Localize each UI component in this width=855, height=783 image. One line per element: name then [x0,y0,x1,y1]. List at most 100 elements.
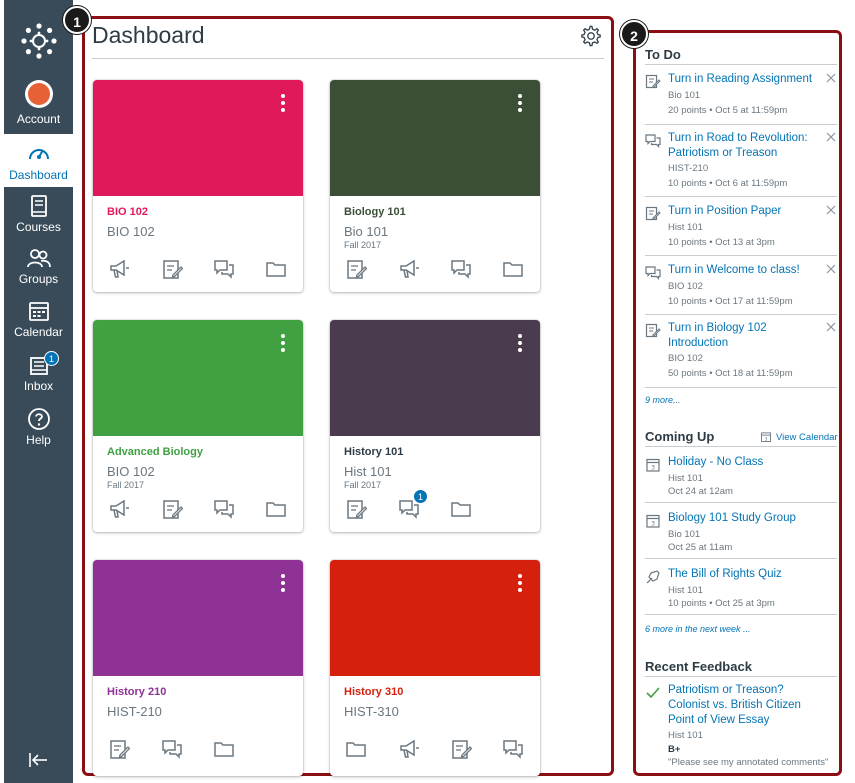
todo-more-link[interactable]: 9 more... [645,395,681,405]
course-card-title[interactable]: History 310 [344,686,403,698]
card-options-kebab-icon[interactable] [279,574,287,596]
nav-inbox-label: Inbox [23,379,54,393]
coming-up-separator [645,558,837,559]
feedback-item-title[interactable]: Patriotism or Treason? Colonist vs. Brit… [668,683,828,728]
discussions-unread-badge: 1 [413,489,428,504]
nav-groups[interactable]: Groups [4,246,73,292]
dismiss-close-icon[interactable] [825,204,837,216]
course-card-title[interactable]: BIO 102 [107,206,148,218]
files-folder-icon[interactable] [450,498,472,520]
global-navigation: Account Dashboard Courses Groups Calenda… [4,0,73,783]
nav-help[interactable]: Help [4,407,73,453]
files-folder-icon[interactable] [213,738,235,760]
card-options-kebab-icon[interactable] [516,574,524,596]
coming-up-item: The Bill of Rights Quiz Hist 101 10 poin… [645,567,837,617]
coming-up-item: Holiday - No Class Hist 101 Oct 24 at 12… [645,455,837,505]
card-options-kebab-icon[interactable] [516,334,524,356]
course-card-hero[interactable] [93,320,303,436]
course-card-hero[interactable] [330,80,540,196]
todo-separator [645,314,837,315]
announcements-icon[interactable] [398,738,420,760]
coming-up-item-title[interactable]: Holiday - No Class [668,455,828,470]
course-card-title[interactable]: History 210 [107,686,166,698]
discussions-icon[interactable] [502,738,524,760]
todo-item: Turn in Biology 102 Introduction BIO 102… [645,321,837,385]
collapse-nav-icon[interactable] [28,752,48,768]
help-question-icon [27,408,50,430]
todo-item-meta: 50 points • Oct 18 at 11:59pm [668,368,793,379]
coming-up-item-title[interactable]: Biology 101 Study Group [668,511,828,526]
dismiss-close-icon[interactable] [825,263,837,275]
nav-courses[interactable]: Courses [4,194,73,240]
nav-dashboard[interactable]: Dashboard [4,134,73,187]
course-card-advanced-biology: Advanced Biology BIO 102 Fall 2017 [93,320,303,532]
course-card-term: Fall 2017 [107,480,145,490]
announcements-icon[interactable] [108,498,130,520]
discussions-icon[interactable] [450,258,472,280]
card-options-kebab-icon[interactable] [516,94,524,116]
feedback-item-comment: "Please see my annotated comments" [668,757,829,768]
dashboard-icon [28,149,49,160]
discussions-icon[interactable] [213,498,235,520]
course-card-title[interactable]: Biology 101 [344,206,406,218]
discussions-icon[interactable] [161,738,183,760]
course-card-title[interactable]: Advanced Biology [107,446,203,458]
nav-calendar[interactable]: Calendar [4,299,73,345]
files-folder-icon[interactable] [265,258,287,280]
todo-item-meta: 10 points • Oct 13 at 3pm [668,237,775,248]
course-card-code: BIO 102 [107,224,155,239]
todo-item-title[interactable]: Turn in Reading Assignment [668,72,828,87]
todo-item: Turn in Position Paper Hist 101 10 point… [645,204,837,254]
assignments-icon[interactable] [161,498,183,520]
todo-item: Turn in Welcome to class! BIO 102 10 poi… [645,263,837,313]
nav-courses-label: Courses [16,220,61,234]
discussion-icon [645,133,661,149]
view-calendar-link[interactable]: View Calendar [760,431,838,443]
files-folder-icon[interactable] [345,738,367,760]
card-options-kebab-icon[interactable] [279,94,287,116]
course-card-hero[interactable] [93,560,303,676]
discussions-with-badge[interactable]: 1 [398,489,428,520]
coming-up-item-meta: Oct 25 at 11am [668,542,733,553]
course-card-term: Fall 2017 [344,480,382,490]
course-card-hero[interactable] [93,80,303,196]
discussions-icon[interactable] [213,258,235,280]
announcements-icon[interactable] [108,258,130,280]
todo-divider [645,64,837,65]
todo-item-title[interactable]: Turn in Position Paper [668,204,828,219]
nav-inbox[interactable]: 1 Inbox [4,351,73,399]
course-card-code: HIST-310 [344,704,399,719]
canvas-logo-icon[interactable] [20,22,58,60]
todo-item-course: Hist 101 [668,222,703,233]
files-folder-icon[interactable] [265,498,287,520]
dismiss-close-icon[interactable] [825,131,837,143]
todo-item-title[interactable]: Turn in Biology 102 Introduction [668,321,828,351]
course-card-hero[interactable] [330,560,540,676]
coming-up-separator [645,502,837,503]
assignments-icon[interactable] [161,258,183,280]
todo-item-title[interactable]: Turn in Welcome to class! [668,263,828,278]
course-card-title[interactable]: History 101 [344,446,403,458]
todo-item: Turn in Reading Assignment Bio 101 20 po… [645,72,837,122]
dismiss-close-icon[interactable] [825,321,837,333]
assignments-icon[interactable] [345,498,367,520]
inbox-unread-badge: 1 [44,351,59,366]
todo-item-title[interactable]: Turn in Road to Revolution: Patriotism o… [668,131,828,161]
dismiss-close-icon[interactable] [825,72,837,84]
nav-account[interactable]: Account [4,80,73,126]
announcements-icon[interactable] [398,258,420,280]
card-options-kebab-icon[interactable] [279,334,287,356]
course-card-hero[interactable] [330,320,540,436]
coming-up-item-title[interactable]: The Bill of Rights Quiz [668,567,828,582]
calendar-event-icon [645,513,661,529]
coming-up-more-link[interactable]: 6 more in the next week ... [645,624,751,634]
assignments-icon[interactable] [450,738,472,760]
nav-dashboard-label: Dashboard [9,168,68,182]
course-card-code: Hist 101 [344,464,392,479]
assignments-icon[interactable] [345,258,367,280]
files-folder-icon[interactable] [502,258,524,280]
dashboard-header-divider [92,58,604,59]
coming-up-item-course: Hist 101 [668,585,703,596]
dashboard-settings-gear-icon[interactable] [580,25,602,47]
assignments-icon[interactable] [108,738,130,760]
